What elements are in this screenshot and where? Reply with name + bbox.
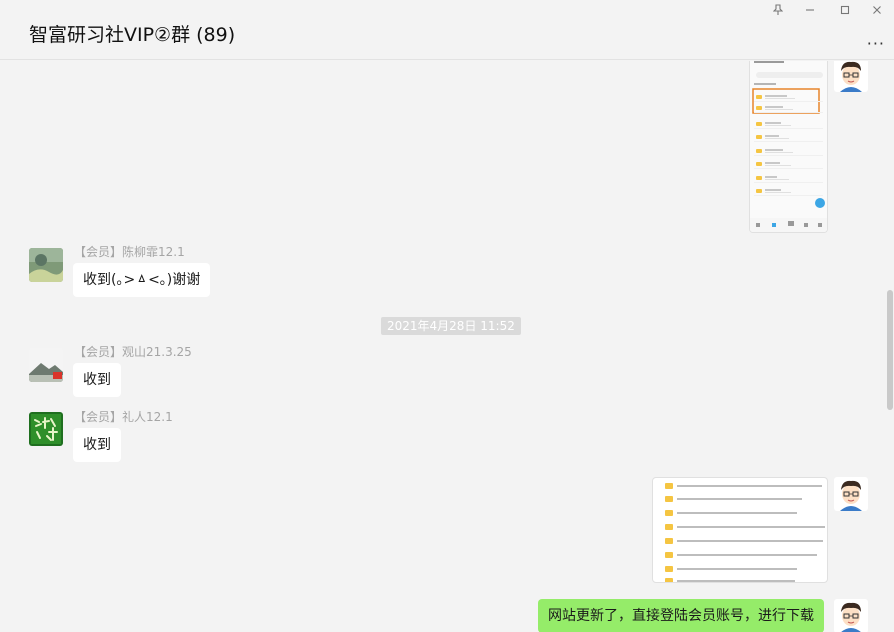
cartoon-avatar-icon bbox=[834, 477, 868, 511]
message-bubble[interactable]: 收到(｡>ㅿ<｡)谢谢 bbox=[73, 263, 211, 297]
avatar[interactable] bbox=[834, 61, 868, 92]
more-options-icon[interactable]: ··· bbox=[867, 34, 885, 53]
avatar[interactable] bbox=[29, 412, 63, 446]
avatar[interactable] bbox=[834, 477, 868, 511]
message-bubble-self[interactable]: 网站更新了，直接登陆会员账号，进行下载 bbox=[538, 599, 824, 632]
mountain-avatar-icon bbox=[29, 348, 63, 382]
timestamp: 2021年4月28日 11:52 bbox=[381, 317, 521, 335]
pin-icon[interactable] bbox=[769, 3, 787, 17]
scrollbar[interactable] bbox=[887, 290, 893, 410]
calligraphy-avatar-icon bbox=[29, 412, 63, 446]
cartoon-avatar-icon bbox=[834, 61, 868, 92]
chat-area[interactable]: 【会员】陈柳霏12.1 收到(｡>ㅿ<｡)谢谢 2021年4月28日 11:52… bbox=[0, 61, 894, 632]
sender-name: 【会员】观山21.3.25 bbox=[74, 345, 192, 359]
sender-name: 【会员】陈柳霏12.1 bbox=[74, 245, 185, 259]
landscape-avatar-icon bbox=[29, 248, 63, 282]
message-bubble[interactable]: 收到 bbox=[73, 363, 121, 397]
avatar[interactable] bbox=[29, 248, 63, 282]
avatar[interactable] bbox=[29, 348, 63, 382]
title-bar: 智富研习社VIP②群 (89) ··· bbox=[0, 0, 894, 60]
image-message-phone-screenshot[interactable] bbox=[749, 61, 828, 233]
minimize-icon[interactable] bbox=[801, 3, 819, 17]
sender-name: 【会员】礼人12.1 bbox=[74, 410, 173, 424]
chat-title: 智富研习社VIP②群 (89) bbox=[29, 24, 236, 46]
message-bubble[interactable]: 收到 bbox=[73, 428, 121, 462]
image-message-file-list[interactable] bbox=[652, 477, 828, 583]
avatar[interactable] bbox=[834, 599, 868, 632]
maximize-icon[interactable] bbox=[836, 3, 854, 17]
cartoon-avatar-icon bbox=[834, 599, 868, 632]
close-icon[interactable] bbox=[868, 3, 886, 17]
